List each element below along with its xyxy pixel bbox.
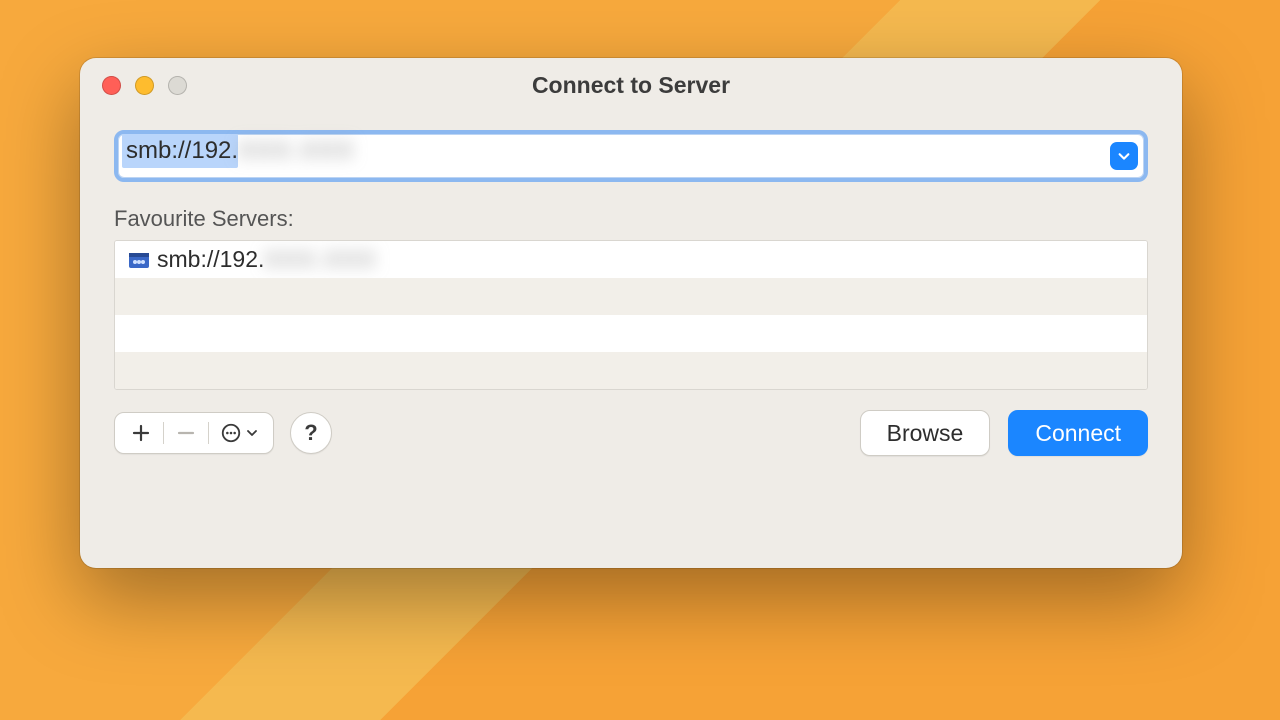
actions-menu-button[interactable] [211,413,267,453]
connect-button[interactable]: Connect [1008,410,1148,456]
list-row-empty [115,278,1147,315]
server-address-field[interactable]: smb://192.XXX.XXX [114,130,1148,182]
address-visible-text: smb://192. [122,134,238,168]
bottom-toolbar: ? Browse Connect [114,410,1148,456]
plus-icon [131,423,151,443]
minus-icon [176,423,196,443]
minimize-window-button[interactable] [135,76,154,95]
separator [163,422,164,444]
remove-favourite-button[interactable] [166,413,206,453]
browse-button[interactable]: Browse [860,410,991,456]
favourite-server-row[interactable]: smb://192.XXX.XXX [115,241,1147,278]
window-content: smb://192.XXX.XXX Favourite Servers: [80,112,1182,568]
list-edit-controls [114,412,274,454]
help-button-label: ? [304,420,317,446]
server-address-input[interactable]: smb://192.XXX.XXX [118,134,1110,178]
ellipsis-circle-icon [220,422,242,444]
favourite-server-obscured-text: XXX.XXX [264,246,376,273]
list-row-empty [115,352,1147,389]
zoom-window-button[interactable] [168,76,187,95]
network-server-icon [127,248,151,272]
address-history-dropdown[interactable] [1110,142,1138,170]
connect-to-server-window: Connect to Server smb://192.XXX.XXX Favo… [80,58,1182,568]
connect-button-label: Connect [1035,420,1121,447]
separator [208,422,209,444]
address-obscured-text: XXX.XXX [238,137,355,165]
close-window-button[interactable] [102,76,121,95]
favourite-server-visible-text: smb://192. [157,246,264,273]
chevron-down-icon [246,427,258,439]
help-button[interactable]: ? [290,412,332,454]
favourite-servers-label: Favourite Servers: [114,206,1148,232]
desktop-background: Connect to Server smb://192.XXX.XXX Favo… [0,0,1280,720]
add-favourite-button[interactable] [121,413,161,453]
favourite-servers-list[interactable]: smb://192.XXX.XXX [114,240,1148,390]
window-controls [102,76,187,95]
chevron-down-icon [1117,149,1131,163]
list-row-empty [115,315,1147,352]
browse-button-label: Browse [887,420,964,447]
titlebar: Connect to Server [80,58,1182,112]
window-title: Connect to Server [532,72,730,99]
